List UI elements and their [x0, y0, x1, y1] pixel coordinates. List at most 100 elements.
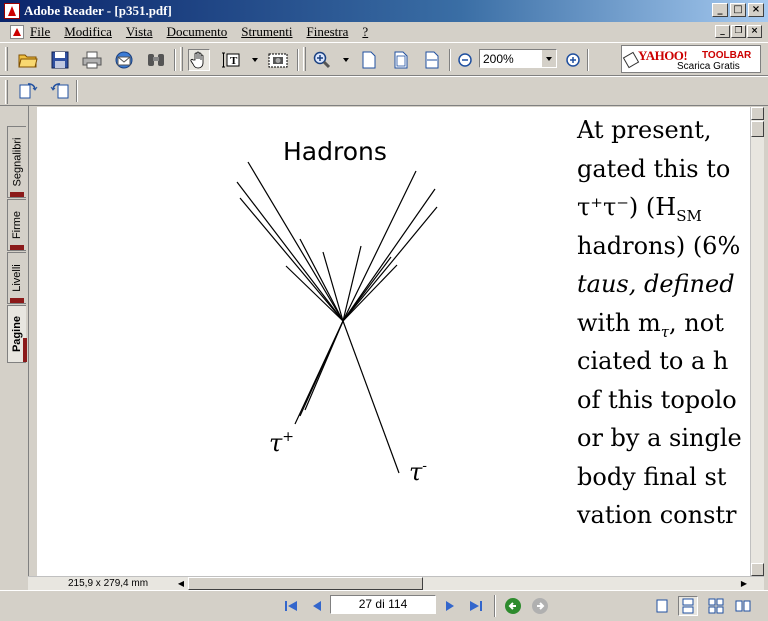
scroll-up-button[interactable]	[751, 107, 764, 120]
last-page-icon[interactable]	[466, 596, 486, 616]
hadron-track	[342, 188, 436, 322]
zoom-out-circle-icon[interactable]	[454, 49, 476, 71]
tab-firme[interactable]: Firme	[7, 199, 26, 251]
zoom-select-arrow[interactable]	[541, 50, 556, 67]
cursor-arrow-icon	[622, 51, 640, 69]
page-number-input[interactable]: 27 di 114	[330, 595, 436, 614]
toolbar-grip[interactable]	[5, 80, 8, 104]
menu-strumenti[interactable]: Strumenti	[241, 24, 292, 40]
select-dropdown-arrow[interactable]	[252, 58, 258, 62]
yahoo-toolbar-label: TOOLBAR	[702, 50, 752, 61]
doc-close-button[interactable]: ×	[747, 25, 762, 38]
menu-file[interactable]: File	[30, 24, 50, 40]
text-line: body final st	[577, 462, 727, 491]
tab-segnalibri[interactable]: Segnalibri	[7, 126, 26, 198]
status-bar: 27 di 114	[0, 590, 768, 621]
toolbar-separator	[449, 49, 451, 71]
vertical-scrollbar[interactable]	[750, 107, 764, 576]
snapshot-icon[interactable]	[267, 49, 289, 71]
fit-page-icon[interactable]	[390, 49, 412, 71]
tau-symbol: τ	[269, 429, 283, 457]
text-line: of this topolo	[577, 385, 737, 414]
select-text-icon[interactable]: T	[220, 49, 242, 71]
zoom-dropdown-arrow[interactable]	[343, 58, 349, 62]
horizontal-scrollbar[interactable]: 215,9 x 279,4 mm ◀ ▶	[28, 576, 764, 590]
toolbar-grip[interactable]	[180, 47, 183, 71]
tab-pagine[interactable]: Pagine	[7, 305, 27, 363]
go-back-icon[interactable]	[503, 596, 523, 616]
document-view[interactable]: Hadrons τ+ τ- At present, gated this to …	[37, 107, 750, 576]
scroll-left-button[interactable]: ◀	[175, 577, 187, 590]
toolbar-separator	[297, 49, 299, 71]
rotate-ccw-icon[interactable]	[49, 79, 71, 101]
tau-charge: +	[282, 429, 295, 445]
maximize-button[interactable]: □	[730, 3, 746, 17]
text-line: gated this to	[577, 154, 731, 183]
menu-modifica[interactable]: Modifica	[64, 24, 112, 40]
tab-label: Pagine	[11, 315, 24, 353]
title-bar: Adobe Reader - [p351.pdf] _ □ ×	[0, 0, 768, 22]
actual-size-icon[interactable]	[358, 49, 380, 71]
hadron-track	[239, 197, 344, 322]
menu-finestra[interactable]: Finestra	[307, 24, 349, 40]
text-subscript: τ	[660, 322, 670, 341]
continuous-facing-layout-icon[interactable]	[706, 596, 726, 616]
toolbar-separator	[76, 80, 78, 102]
print-icon[interactable]	[81, 49, 103, 71]
menu-vista[interactable]: Vista	[126, 24, 153, 40]
horizontal-scroll-thumb[interactable]	[188, 577, 423, 590]
zoom-in-circle-icon[interactable]	[562, 49, 584, 71]
tab-label: Segnalibri	[11, 137, 24, 187]
svg-text:T: T	[230, 55, 238, 67]
go-forward-icon[interactable]	[530, 596, 550, 616]
search-icon[interactable]	[145, 49, 167, 71]
fit-width-icon[interactable]	[421, 49, 443, 71]
text-line: hadrons) (6%	[577, 231, 741, 260]
save-icon[interactable]	[49, 49, 71, 71]
previous-page-icon[interactable]	[307, 596, 327, 616]
continuous-layout-icon[interactable]	[678, 596, 698, 616]
tau-symbol: τ	[409, 458, 423, 486]
yahoo-toolbar-ad[interactable]: YAHOO! TOOLBAR Scarica Gratis	[621, 45, 761, 73]
hadron-track	[236, 181, 344, 322]
hadron-track	[247, 161, 344, 322]
toolbar-separator	[174, 49, 176, 71]
toolbar-grip[interactable]	[303, 47, 306, 71]
doc-minimize-button[interactable]: _	[715, 25, 730, 38]
scroll-right-button[interactable]: ▶	[738, 577, 750, 590]
text-line-fragment: , not	[669, 308, 724, 337]
facing-layout-icon[interactable]	[733, 596, 753, 616]
tab-marker	[23, 338, 27, 362]
rotate-cw-icon[interactable]	[17, 79, 39, 101]
toolbar-grip[interactable]	[5, 47, 8, 71]
email-icon[interactable]	[113, 49, 135, 71]
scroll-down-button[interactable]	[751, 563, 764, 576]
next-page-icon[interactable]	[440, 596, 460, 616]
open-icon[interactable]	[17, 49, 39, 71]
hadron-track	[342, 264, 398, 322]
panel-splitter[interactable]	[28, 106, 36, 590]
tab-marker	[10, 245, 24, 250]
text-line: with mτ, not	[577, 304, 750, 343]
yahoo-subtitle: Scarica Gratis	[677, 61, 740, 72]
close-button[interactable]: ×	[748, 3, 764, 17]
menu-help[interactable]: ?	[362, 24, 368, 40]
first-page-icon[interactable]	[281, 596, 301, 616]
vertical-scroll-thumb[interactable]	[751, 121, 764, 137]
status-separator	[494, 595, 496, 617]
single-page-layout-icon[interactable]	[652, 596, 672, 616]
doc-restore-button[interactable]: ❐	[731, 25, 746, 38]
document-window-controls: _ ❐ ×	[715, 25, 762, 38]
secondary-toolbar	[0, 76, 768, 106]
zoom-in-icon[interactable]	[311, 49, 333, 71]
minimize-button[interactable]: _	[712, 3, 728, 17]
hadrons-label: Hadrons	[283, 137, 387, 166]
hand-tool-icon[interactable]	[188, 49, 210, 71]
text-line: ciated to a h	[577, 347, 729, 375]
text-line: or by a single	[577, 424, 742, 452]
navigation-panel: Segnalibri Firme Livelli Pagine	[0, 106, 36, 590]
document-icon[interactable]	[10, 25, 24, 39]
tab-livelli[interactable]: Livelli	[7, 252, 26, 304]
text-line: taus, defined	[577, 270, 735, 298]
menu-documento[interactable]: Documento	[167, 24, 228, 40]
